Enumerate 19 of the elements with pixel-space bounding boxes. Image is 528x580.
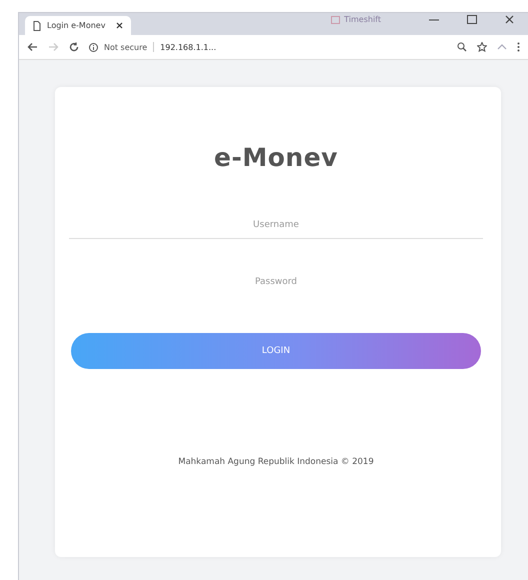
close-icon[interactable] [505,15,514,24]
close-icon[interactable] [116,22,123,29]
page-icon [33,20,41,30]
password-field[interactable]: Password [69,269,483,295]
browser-tab[interactable]: Login e-Monev [25,16,131,35]
reload-icon[interactable] [69,42,79,52]
info-icon[interactable] [89,42,98,52]
minimize-icon[interactable] [429,16,439,22]
menu-icon[interactable] [517,42,520,52]
search-icon[interactable] [457,42,467,52]
maximize-icon[interactable] [467,15,477,24]
url-text[interactable]: 192.168.1.1... [160,42,216,52]
username-field[interactable]: Username [69,212,483,239]
star-icon[interactable] [477,42,487,52]
security-label: Not secure [104,42,148,52]
footer-text: Mahkamah Agung Republik Indonesia © 2019 [178,457,374,467]
app-title: e-Monev [214,143,338,172]
back-icon[interactable] [27,42,38,52]
tab-title: Login e-Monev [47,21,106,30]
